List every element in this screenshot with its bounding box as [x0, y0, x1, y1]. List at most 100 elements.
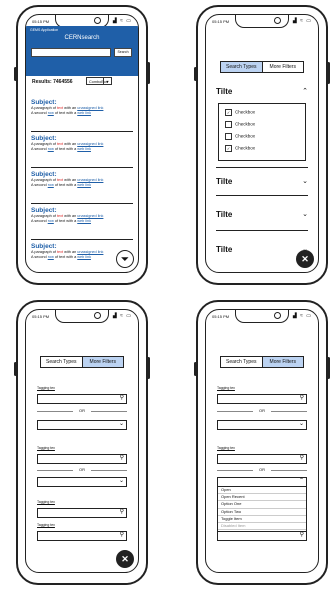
dropdown-option: Disabled Item — [218, 523, 306, 531]
item-line-2: A second row of text with a web link — [31, 111, 91, 115]
item-subject: Subject: — [31, 135, 57, 142]
checkbox-label: Checkbox — [235, 145, 256, 151]
accordion-4[interactable]: Tilte⌄ — [216, 243, 308, 257]
accordion-2[interactable]: Tilte ⌄ — [216, 175, 308, 189]
select-field[interactable]: ⌄ — [217, 420, 307, 430]
web-link[interactable]: web link — [77, 147, 91, 151]
chevron-down-icon: ⌄ — [118, 421, 124, 427]
search-field[interactable]: ⚲ — [37, 394, 127, 404]
signal-wifi-battery-icon: ▟ ≈ ▭ — [112, 313, 132, 319]
checkbox-box[interactable]: ✓ — [225, 145, 232, 152]
unassigned-link[interactable]: unassigned link — [77, 250, 103, 254]
search-field[interactable]: ⚲ — [217, 531, 307, 541]
checkbox-1[interactable]: ✓ Checkbox — [225, 109, 255, 116]
chevron-up-icon: ⌃ — [298, 478, 304, 484]
checkbox-label: Checkbox — [235, 109, 256, 115]
or-divider: OR — [37, 408, 127, 414]
search-icon: ⚲ — [299, 395, 304, 401]
accordion-3[interactable]: Tilte ⌄ — [216, 208, 308, 222]
dropdown-option[interactable]: Option Two — [218, 509, 306, 516]
unassigned-link[interactable]: unassigned link — [77, 178, 103, 182]
status-time: 05:15 PM — [212, 19, 230, 24]
list-item[interactable]: Subject: A paragraph of text with an unas… — [31, 205, 133, 240]
results-count: Results: 7464556 — [32, 79, 73, 85]
chevron-up-icon: ⌃ — [302, 88, 308, 95]
unassigned-link[interactable]: unassigned link — [77, 214, 103, 218]
search-icon: ⚲ — [299, 455, 304, 461]
combobox[interactable]: ComboBox ▾ — [86, 77, 112, 85]
field-label: Tagging tex — [217, 446, 235, 450]
signal-wifi-battery-icon: ▟ ≈ ▭ — [292, 18, 312, 24]
phone-search-results: 05:15 PM ▟ ≈ ▭ GEMS Application CERNsearc… — [14, 5, 150, 285]
search-field[interactable]: ⚲ — [217, 394, 307, 404]
accordion-1[interactable]: Tilte ⌃ — [216, 85, 308, 99]
search-field[interactable]: ⚲ — [37, 508, 127, 518]
dropdown-option[interactable]: Open — [218, 487, 306, 495]
field-label: Tagging tex — [37, 523, 55, 527]
tab-bar: Search Types More Filters — [40, 356, 124, 368]
checkbox-label: Checkbox — [235, 121, 256, 127]
tab-bar: Search Types More Filters — [220, 61, 304, 73]
field-label: Tagging tex — [217, 386, 235, 390]
or-divider: OR — [217, 408, 307, 414]
unassigned-link[interactable]: unassigned link — [77, 106, 103, 110]
search-field[interactable]: ⚲ — [37, 531, 127, 541]
logo: CERNsearch — [64, 35, 100, 41]
search-input[interactable] — [31, 48, 111, 57]
tab-more-filters[interactable]: More Filters — [261, 357, 303, 367]
dropdown-option[interactable]: Toggle Item — [218, 516, 306, 523]
web-link[interactable]: web link — [77, 111, 91, 115]
screen: 05:15 PM ▟ ≈ ▭ Search Types More Filters … — [205, 14, 319, 273]
field-label: Tagging tex — [37, 500, 55, 504]
checkbox-2[interactable]: Checkbox — [225, 121, 255, 128]
search-button[interactable]: Search — [114, 48, 132, 57]
accordion-title: Tilte — [216, 210, 233, 219]
dropdown-option[interactable]: Option One — [218, 501, 306, 509]
checkbox-box[interactable] — [225, 121, 232, 128]
tab-search-types[interactable]: Search Types — [41, 357, 82, 367]
phone-search-types: 05:15 PM ▟ ≈ ▭ Search Types More Filters … — [194, 5, 330, 285]
list-item[interactable]: Subject: A paragraph of text with an unas… — [31, 97, 133, 132]
checkbox-3[interactable]: Checkbox — [225, 133, 255, 140]
notch — [235, 310, 289, 323]
unassigned-link[interactable]: unassigned link — [77, 142, 103, 146]
checkbox-box[interactable]: ✓ — [225, 109, 232, 116]
tab-more-filters[interactable]: More Filters — [261, 62, 304, 72]
dropdown-option[interactable]: Open Recent — [218, 494, 306, 502]
status-time: 05:15 PM — [212, 314, 230, 319]
field-label: Tagging tex — [37, 386, 55, 390]
web-link[interactable]: web link — [77, 255, 91, 259]
search-field[interactable]: ⚲ — [37, 454, 127, 464]
web-link[interactable]: web link — [77, 219, 91, 223]
select-field[interactable]: ⌄ — [37, 420, 127, 430]
web-link[interactable]: web link — [77, 183, 91, 187]
item-subject: Subject: — [31, 243, 57, 250]
chevron-down-icon: ⌄ — [298, 421, 304, 427]
search-icon: ⚲ — [299, 532, 304, 538]
tab-search-types[interactable]: Search Types — [221, 62, 262, 72]
notch — [235, 15, 289, 28]
list-item[interactable]: Subject: A paragraph of text with an unas… — [31, 133, 133, 168]
item-line-2: A second row of text with a web link — [31, 219, 91, 223]
chevron-down-icon: ⌄ — [118, 478, 124, 484]
search-field[interactable]: ⚲ — [217, 454, 307, 464]
tab-search-types[interactable]: Search Types — [221, 357, 262, 367]
close-icon[interactable]: ✕ — [296, 250, 314, 268]
checkbox-box[interactable] — [225, 133, 232, 140]
item-subject: Subject: — [31, 171, 57, 178]
chevron-down-icon: ▾ — [103, 78, 111, 85]
accordion-title: Tilte — [216, 87, 233, 96]
search-icon: ⚲ — [119, 395, 124, 401]
checkbox-4[interactable]: ✓ Checkbox — [225, 145, 255, 152]
tab-more-filters[interactable]: More Filters — [81, 357, 123, 367]
accordion-title: Tilte — [216, 245, 233, 254]
search-icon: ⚲ — [119, 532, 124, 538]
or-divider: OR — [37, 467, 127, 473]
filter-button[interactable]: ⏷ — [116, 250, 134, 268]
list-item[interactable]: Subject: A paragraph of text with an unas… — [31, 169, 133, 204]
checkbox-label: Checkbox — [235, 133, 256, 139]
signal-wifi-battery-icon: ▟ ≈ ▭ — [292, 313, 312, 319]
field-label: Tagging tex — [37, 446, 55, 450]
close-icon[interactable]: ✕ — [116, 550, 134, 568]
select-field[interactable]: ⌄ — [37, 477, 127, 487]
